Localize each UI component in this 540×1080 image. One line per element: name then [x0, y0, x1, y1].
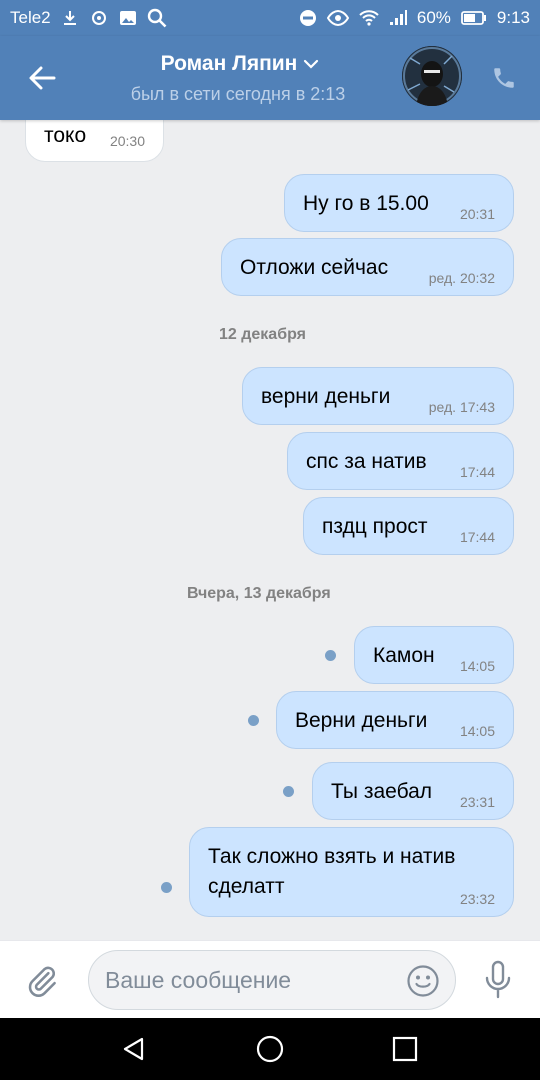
message-text: Так сложно взять и натив — [208, 845, 456, 868]
message-bubble[interactable]: верни деньги ред. 17:43 — [242, 367, 514, 425]
chevron-down-icon — [304, 59, 319, 69]
date-separator: Вчера, 13 декабря — [187, 585, 331, 602]
system-navigation-bar — [0, 1018, 540, 1080]
message-text: спс за натив — [306, 450, 427, 473]
status-bar: Tele2 60% 9:13 — [0, 0, 540, 36]
message-time: 20:31 — [459, 206, 495, 222]
message-bubble[interactable]: Отложи сейчас ред. 20:32 — [221, 238, 514, 296]
message-text: токо — [44, 124, 87, 147]
message-time: 14:05 — [459, 658, 495, 674]
message-time: 20:30 — [109, 133, 145, 149]
date-separator: 12 декабря — [219, 326, 306, 343]
unread-indicator — [283, 786, 294, 797]
message-composer: Ваше сообщение — [0, 940, 540, 1018]
message-text: Ты заебал — [331, 780, 433, 803]
dnd-icon — [299, 9, 317, 27]
phone-icon — [494, 68, 514, 88]
message-bubble[interactable]: пздц прост 17:44 — [303, 497, 514, 555]
square-recents-icon — [392, 1036, 418, 1062]
message-time: 17:44 — [459, 529, 495, 545]
message-list[interactable]: токо 20:30 Ну го в 15.00 20:31 Отложи се… — [0, 120, 540, 940]
microphone-icon — [485, 960, 511, 999]
unread-indicator — [248, 715, 259, 726]
clock: 9:13 — [496, 8, 530, 27]
message-time: 23:32 — [459, 891, 495, 907]
chat-header: Роман Ляпин был в сети сегодня в 2:13 — [0, 36, 540, 120]
message-time: ред. 20:32 — [428, 270, 495, 286]
unread-indicator — [325, 650, 336, 661]
circle-home-icon — [256, 1035, 284, 1063]
attach-button[interactable] — [22, 961, 62, 1001]
message-text: Ну го в 15.00 — [303, 192, 429, 215]
message-bubble[interactable]: токо 20:30 — [25, 120, 164, 162]
emoji-button[interactable] — [405, 963, 441, 999]
message-time: 23:31 — [459, 794, 495, 810]
message-bubble[interactable]: Верни деньги 14:05 — [276, 691, 514, 749]
download-icon — [61, 9, 79, 27]
message-text: Верни деньги — [295, 709, 428, 732]
call-button[interactable] — [486, 60, 522, 96]
nav-back-button[interactable] — [118, 1033, 150, 1065]
voice-record-button[interactable] — [478, 957, 518, 1003]
message-input[interactable]: Ваше сообщение — [88, 950, 456, 1010]
message-bubble[interactable]: Камон 14:05 — [354, 626, 514, 684]
vk-notification-icon — [89, 9, 109, 27]
contact-name: Роман Ляпин — [160, 52, 298, 75]
message-text: пздц прост — [322, 515, 428, 538]
message-text: верни деньги — [261, 385, 391, 408]
avatar[interactable] — [402, 46, 462, 106]
signal-icon — [389, 10, 407, 26]
image-icon — [119, 9, 137, 27]
wifi-icon — [359, 10, 379, 26]
battery-icon — [461, 11, 487, 25]
message-time: 17:44 — [459, 464, 495, 480]
carrier-name: Tele2 — [10, 8, 51, 27]
unread-indicator — [161, 882, 172, 893]
message-text: Отложи сейчас — [240, 256, 389, 279]
message-bubble[interactable]: Так сложно взять и натив сделатт 23:32 — [189, 827, 514, 917]
paperclip-icon — [28, 966, 56, 997]
nav-home-button[interactable] — [254, 1033, 286, 1065]
message-text: Камон — [373, 644, 435, 667]
nav-recents-button[interactable] — [389, 1033, 421, 1065]
message-bubble[interactable]: Ну го в 15.00 20:31 — [284, 174, 514, 232]
eye-icon — [326, 10, 349, 26]
smiley-icon — [407, 965, 439, 997]
message-bubble[interactable]: спс за натив 17:44 — [287, 432, 514, 490]
message-input-placeholder: Ваше сообщение — [105, 967, 292, 993]
message-time: 14:05 — [459, 723, 495, 739]
message-text: сделатт — [208, 875, 285, 898]
message-time: ред. 17:43 — [428, 399, 495, 415]
battery-percent: 60% — [416, 8, 451, 27]
triangle-back-icon — [123, 1037, 144, 1061]
message-bubble[interactable]: Ты заебал 23:31 — [312, 762, 514, 820]
search-icon — [147, 8, 167, 28]
